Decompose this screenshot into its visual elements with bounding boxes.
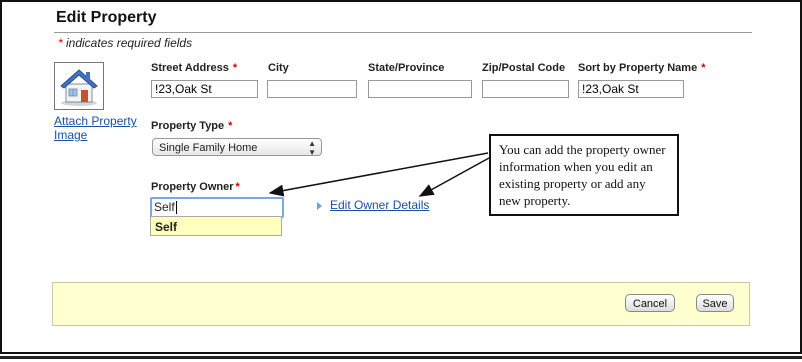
arrow-to-owner-field	[268, 152, 489, 197]
cancel-button[interactable]: Cancel	[625, 294, 675, 312]
save-button[interactable]: Save	[696, 294, 734, 312]
